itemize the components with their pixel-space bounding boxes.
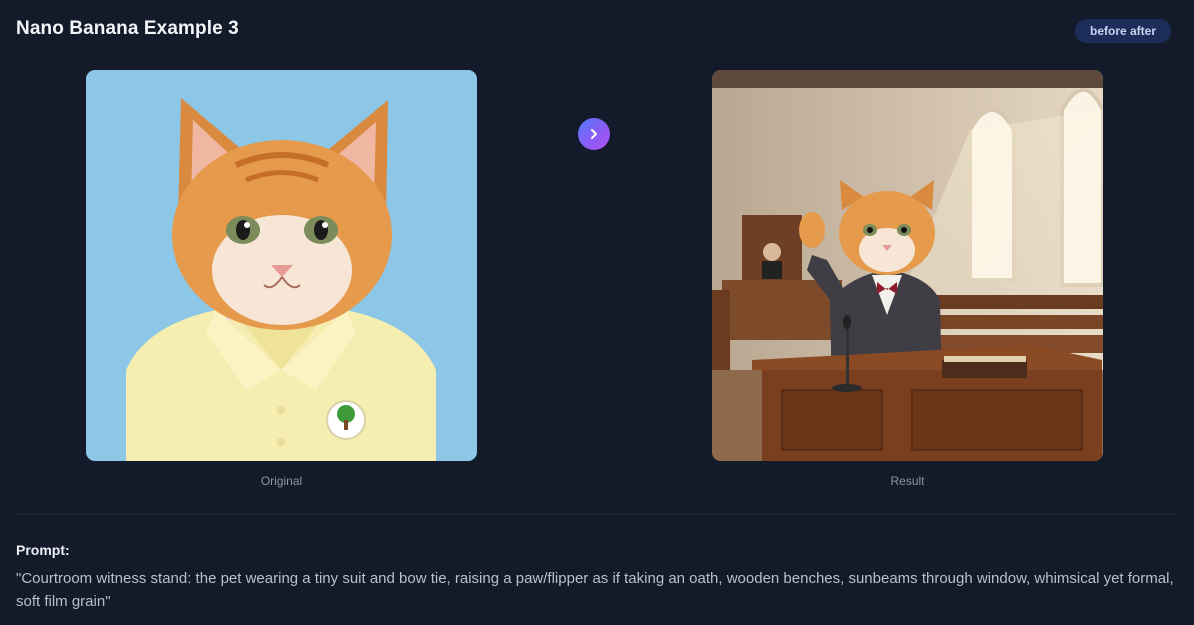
divider: [16, 514, 1178, 515]
before-after-toggle[interactable]: before after: [1075, 19, 1171, 43]
result-image: [712, 70, 1103, 461]
prompt-label: Prompt:: [16, 542, 70, 558]
prompt-text: "Courtroom witness stand: the pet wearin…: [16, 570, 1174, 610]
result-caption: Result: [890, 474, 925, 488]
chevron-right-icon: [591, 129, 597, 139]
compare-next-button[interactable]: [578, 118, 610, 150]
original-caption: Original: [260, 474, 303, 488]
kitten-photo-icon: [86, 70, 477, 461]
page-title: Nano Banana Example 3: [16, 18, 239, 39]
courtroom-kitten-photo-icon: [712, 70, 1103, 461]
original-image: [86, 70, 477, 461]
